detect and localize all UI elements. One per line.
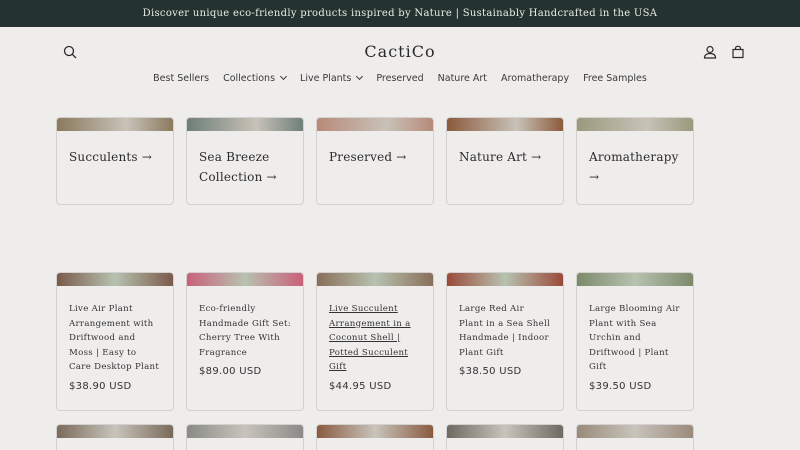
product-title[interactable]: Large Blooming Air Plant with Sea Urchin… xyxy=(577,286,693,375)
nav-item-live-plants[interactable]: Live Plants xyxy=(293,71,369,85)
collection-image xyxy=(577,118,693,131)
collection-card[interactable]: Succulents → xyxy=(56,117,174,205)
cart-icon[interactable] xyxy=(726,40,750,64)
product-image xyxy=(447,425,563,438)
nav-item-label: Live Plants xyxy=(300,72,352,84)
product-card[interactable]: Eco-friendly Handmade Gift Set: Cherry T… xyxy=(186,272,304,411)
announcement-bar: Discover unique eco-friendly products in… xyxy=(0,0,800,27)
product-card[interactable]: Large Blooming Air Plant with Sea Urchin… xyxy=(576,272,694,411)
collection-card[interactable]: Preserved → xyxy=(316,117,434,205)
product-image xyxy=(187,273,303,286)
collection-image xyxy=(187,118,303,131)
nav-item-label: Aromatherapy xyxy=(501,72,570,84)
collection-card[interactable]: Sea Breeze Collection → xyxy=(186,117,304,205)
nav-item-aromatherapy[interactable]: Aromatherapy xyxy=(494,71,576,85)
product-price: $44.95 USD xyxy=(329,380,392,392)
product-card[interactable]: Large Red Air Plant in a Sea Shell Handm… xyxy=(446,272,564,411)
product-image xyxy=(577,425,693,438)
product-image xyxy=(577,273,693,286)
collection-title[interactable]: Preserved → xyxy=(317,131,433,167)
account-icon[interactable] xyxy=(698,40,722,64)
chevron-down-icon xyxy=(279,72,288,81)
product-card[interactable] xyxy=(446,424,564,450)
nav-item-label: Preserved xyxy=(376,72,424,84)
collection-image xyxy=(317,118,433,131)
product-image xyxy=(187,425,303,438)
product-title[interactable]: Live Air Plant Arrangement with Driftwoo… xyxy=(57,286,173,375)
nav-item-collections[interactable]: Collections xyxy=(216,71,293,85)
collection-image xyxy=(57,118,173,131)
nav-item-label: Best Sellers xyxy=(153,72,210,84)
product-title[interactable]: Live Succulent Arrangement in a Coconut … xyxy=(317,286,433,375)
collection-title[interactable]: Aromatherapy → xyxy=(577,131,693,187)
site-logo[interactable]: CactiCo xyxy=(0,42,800,61)
nav-item-label: Nature Art xyxy=(437,72,488,84)
product-card[interactable] xyxy=(316,424,434,450)
product-image xyxy=(317,425,433,438)
collection-image xyxy=(447,118,563,131)
collection-card[interactable]: Nature Art → xyxy=(446,117,564,205)
announcement-text: Discover unique eco-friendly products in… xyxy=(142,8,658,19)
product-image xyxy=(57,273,173,286)
collection-title[interactable]: Nature Art → xyxy=(447,131,563,167)
nav-item-label: Collections xyxy=(223,72,276,84)
product-card[interactable] xyxy=(576,424,694,450)
main-nav: Best Sellers Collections Live Plants Preser… xyxy=(0,71,800,85)
product-title[interactable]: Large Red Air Plant in a Sea Shell Handm… xyxy=(447,286,563,360)
product-price: $89.00 USD xyxy=(199,366,262,378)
product-card[interactable]: Live Air Plant Arrangement with Driftwoo… xyxy=(56,272,174,411)
product-price: $38.50 USD xyxy=(459,366,522,378)
product-price: $38.90 USD xyxy=(69,380,132,392)
product-image xyxy=(447,273,563,286)
product-card[interactable] xyxy=(56,424,174,450)
nav-item-label: Free Samples xyxy=(583,72,647,84)
product-card[interactable] xyxy=(186,424,304,450)
collection-title[interactable]: Sea Breeze Collection → xyxy=(187,131,303,187)
collection-card[interactable]: Aromatherapy → xyxy=(576,117,694,205)
nav-item-best-sellers[interactable]: Best Sellers xyxy=(146,71,216,85)
nav-item-free-samples[interactable]: Free Samples xyxy=(576,71,654,85)
collection-title[interactable]: Succulents → xyxy=(57,131,173,167)
product-image xyxy=(317,273,433,286)
product-price: $39.50 USD xyxy=(589,380,652,392)
product-card[interactable]: Live Succulent Arrangement in a Coconut … xyxy=(316,272,434,411)
product-title[interactable]: Eco-friendly Handmade Gift Set: Cherry T… xyxy=(187,286,303,360)
chevron-down-icon xyxy=(356,72,364,81)
nav-item-preserved[interactable]: Preserved xyxy=(369,71,430,85)
product-image xyxy=(57,425,173,438)
nav-item-nature-art[interactable]: Nature Art xyxy=(431,71,494,85)
